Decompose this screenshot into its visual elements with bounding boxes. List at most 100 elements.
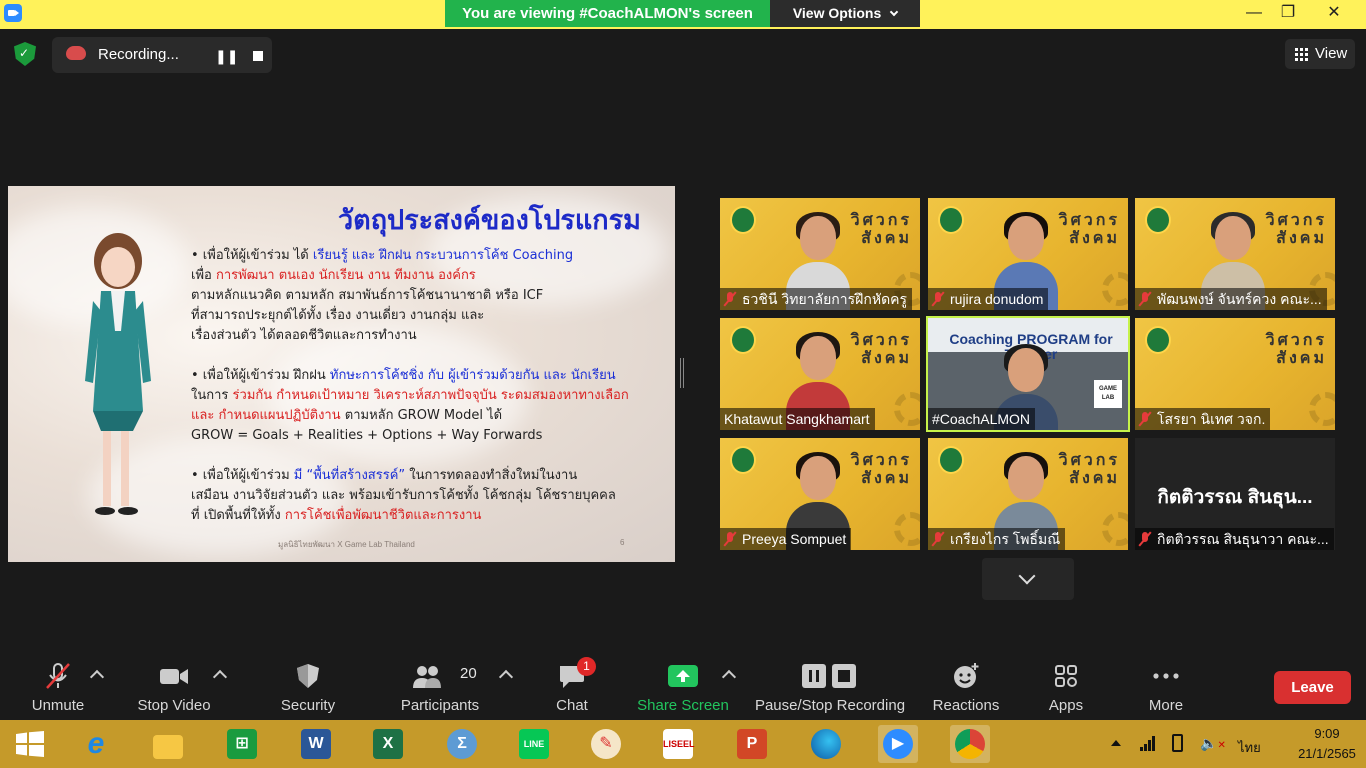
taskbar-line[interactable]: LINE	[514, 725, 554, 763]
view-label: View	[1315, 45, 1348, 62]
participant-video-tile[interactable]: Coaching PROGRAM for TeacherGAME LAB#Coa…	[926, 316, 1130, 432]
taskbar-liseel[interactable]: LISEEL	[658, 725, 698, 763]
participant-name-text: ธวชินี วิทยาลัยการฝึกหัดครู	[742, 291, 908, 307]
zoom-logo-icon	[4, 4, 22, 22]
stop-video-button[interactable]: Stop Video	[132, 650, 216, 720]
taskbar-chrome[interactable]	[950, 725, 990, 763]
windows-logo-icon	[16, 731, 44, 757]
clock-date[interactable]: 21/1/2565	[1292, 746, 1362, 761]
participant-name-label: พัฒนพงษ์ จันทร์ควง คณะ...	[1135, 288, 1327, 310]
powerpoint-icon: P	[737, 729, 767, 759]
more-button[interactable]: More	[1136, 650, 1196, 720]
video-camera-icon	[160, 669, 188, 684]
taskbar-file-explorer[interactable]	[148, 725, 188, 763]
participant-video-tile[interactable]: วิศวกร สังคม ธวชินี วิทยาลัยการฝึกหัดครู	[720, 198, 920, 310]
network-signal-icon[interactable]	[1140, 735, 1156, 751]
gallery-scroll-down-button[interactable]	[982, 558, 1074, 600]
share-screen-label: Share Screen	[637, 697, 729, 714]
slide-objective-3: • เพื่อให้ผู้เข้าร่วม มี “พื้นที่สร้างสร…	[191, 466, 661, 526]
slide-text-run: และ กำหนดแผนปฏิบัติงาน	[191, 408, 341, 423]
participant-name-label: เกรียงไกร โพธิ์มณี	[928, 528, 1066, 550]
slide-text-run: ทักษะการโค้ชชิ่ง กับ ผู้เข้าร่วมด้วยกัน …	[329, 368, 616, 383]
participant-video-tile[interactable]: วิศวกร สังคมเกรียงไกร โพธิ์มณี	[928, 438, 1128, 550]
slide-text-run: • เพื่อให้ผู้เข้าร่วม	[191, 468, 294, 483]
speaker-muted-icon[interactable]: 🔈✕	[1200, 735, 1226, 752]
muted-mic-icon	[1139, 532, 1151, 546]
participant-video-tile[interactable]: วิศวกร สังคม โสรยา นิเทศ วจก.	[1135, 318, 1335, 430]
participants-label: Participants	[400, 697, 480, 714]
slide-text-run: การพัฒนา ตนเอง นักเรียน งาน ทีมงาน องค์ก…	[215, 268, 476, 283]
unmute-button[interactable]: Unmute	[20, 650, 96, 720]
participant-video-tile[interactable]: วิศวกร สังคม Preeya Sompuet	[720, 438, 920, 550]
slide-text-run: เรื่องส่วนตัว ได้ตลอดชีวิตและการทำงาน	[191, 328, 417, 343]
share-screen-button[interactable]: Share Screen	[636, 650, 730, 720]
close-button[interactable]: ✕	[1314, 2, 1354, 24]
background-brand-text: วิศวกร สังคม	[1265, 212, 1327, 247]
gear-decoration-icon	[1309, 392, 1335, 426]
view-button[interactable]: View	[1285, 39, 1355, 69]
stop-recording-button[interactable]	[247, 45, 269, 67]
reactions-label: Reactions	[932, 697, 1000, 714]
slide-text-run: เพื่อ	[191, 268, 216, 283]
grid-icon	[1295, 48, 1308, 61]
clock-time[interactable]: 9:09	[1292, 726, 1362, 741]
slide-text-run: เรียนรู้ และ ฝึกฝน กระบวนการโค้ช Coachin…	[312, 248, 574, 263]
unmute-label: Unmute	[31, 697, 85, 714]
security-button[interactable]: Security	[272, 650, 344, 720]
taskbar-word[interactable]: W	[296, 725, 336, 763]
slide-objective-1: • เพื่อให้ผู้เข้าร่วม ได้ เรียนรู้ และ ฝ…	[191, 246, 661, 346]
participants-button[interactable]: Participants	[395, 650, 485, 720]
chat-label: Chat	[556, 697, 588, 714]
pause-recording-button[interactable]: ❚❚	[215, 45, 238, 67]
gear-decoration-icon	[894, 512, 920, 546]
university-emblem-icon	[938, 206, 964, 234]
taskbar-edge[interactable]	[806, 725, 846, 763]
participant-name-label: ธวชินี วิทยาลัยการฝึกหัดครู	[720, 288, 913, 310]
participants-options-caret-icon[interactable]	[498, 669, 514, 685]
taskbar-excel[interactable]: X	[368, 725, 408, 763]
split-view-handle[interactable]	[680, 358, 684, 388]
slide-text-run: มี “พื้นที่สร้างสรรค์”	[293, 468, 406, 483]
slide-footer: มูลนิธิไทยพัฒนา X Game Lab Thailand	[278, 540, 415, 549]
slide-text-run: เสมือน งานวิจัยส่วนตัว และ พร้อมเข้ารับก…	[191, 488, 616, 503]
slide-objective-2: • เพื่อให้ผู้เข้าร่วม ฝึกฝน ทักษะการโค้ช…	[191, 366, 661, 446]
slide-text-run: ตามหลักแนวคิด ตามหลัก สมาพันธ์การโค้ชนาน…	[191, 288, 544, 303]
liseel-icon: LISEEL	[663, 729, 695, 759]
show-hidden-icons-arrow[interactable]	[1111, 740, 1121, 746]
participant-count: 20	[460, 665, 477, 682]
reactions-button[interactable]: Reactions	[928, 650, 1004, 720]
maximize-button[interactable]: ❐	[1268, 2, 1308, 24]
participant-video-tile[interactable]: วิศวกร สังคมพัฒนพงษ์ จันทร์ควง คณะ...	[1135, 198, 1335, 310]
gear-decoration-icon	[1102, 272, 1128, 306]
taskbar-internet-explorer[interactable]: e	[76, 725, 116, 763]
meeting-toolbar: Unmute Stop Video Security Participants …	[0, 650, 1366, 720]
chevron-down-icon	[889, 7, 899, 17]
participant-video-tile[interactable]: วิศวกร สังคม Khatawut Sangkhamart	[720, 318, 920, 430]
taskbar-paint[interactable]: ✎	[586, 725, 626, 763]
participants-icon	[412, 666, 441, 688]
slide-text-run: • เพื่อให้ผู้เข้าร่วม ได้	[191, 248, 313, 263]
slide-text-run: ในการทดลองทำสิ่งใหม่ในงาน	[405, 468, 578, 483]
participant-name-text: กิตติวรรณ สินธุนาวา คณะ...	[1157, 531, 1329, 547]
view-options-button[interactable]: View Options	[770, 0, 920, 27]
apps-button[interactable]: Apps	[1036, 650, 1096, 720]
viewing-banner: You are viewing #CoachALMON's screen	[445, 0, 770, 27]
taskbar-store[interactable]: ⊞	[222, 725, 262, 763]
background-brand-text: วิศวกร สังคม	[1058, 452, 1120, 487]
taskbar-powerpoint[interactable]: P	[732, 725, 772, 763]
leave-meeting-button[interactable]: Leave	[1274, 671, 1351, 704]
participant-video-tile[interactable]: วิศวกร สังคม rujira donudom	[928, 198, 1128, 310]
university-emblem-icon	[730, 446, 756, 474]
muted-mic-icon	[932, 532, 944, 546]
encryption-shield-icon[interactable]: ✓	[14, 42, 36, 66]
taskbar-math-input[interactable]: Σ	[442, 725, 482, 763]
battery-icon[interactable]	[1172, 734, 1183, 752]
slide-text-run: ในการ	[191, 388, 233, 403]
participant-video-tile[interactable]: กิตติวรรณ สินธุน... กิตติวรรณ สินธุนาวา ค…	[1135, 438, 1335, 550]
input-language-indicator[interactable]: ไทย	[1238, 737, 1261, 758]
window-title-bar: You are viewing #CoachALMON's screen Vie…	[0, 0, 1366, 29]
windows-start-button[interactable]	[10, 725, 50, 763]
taskbar-zoom[interactable]: ▶	[878, 725, 918, 763]
pause-recording-label: Pause/Stop Recording	[754, 697, 906, 714]
pause-stop-recording-button[interactable]: Pause/Stop Recording	[752, 650, 908, 720]
